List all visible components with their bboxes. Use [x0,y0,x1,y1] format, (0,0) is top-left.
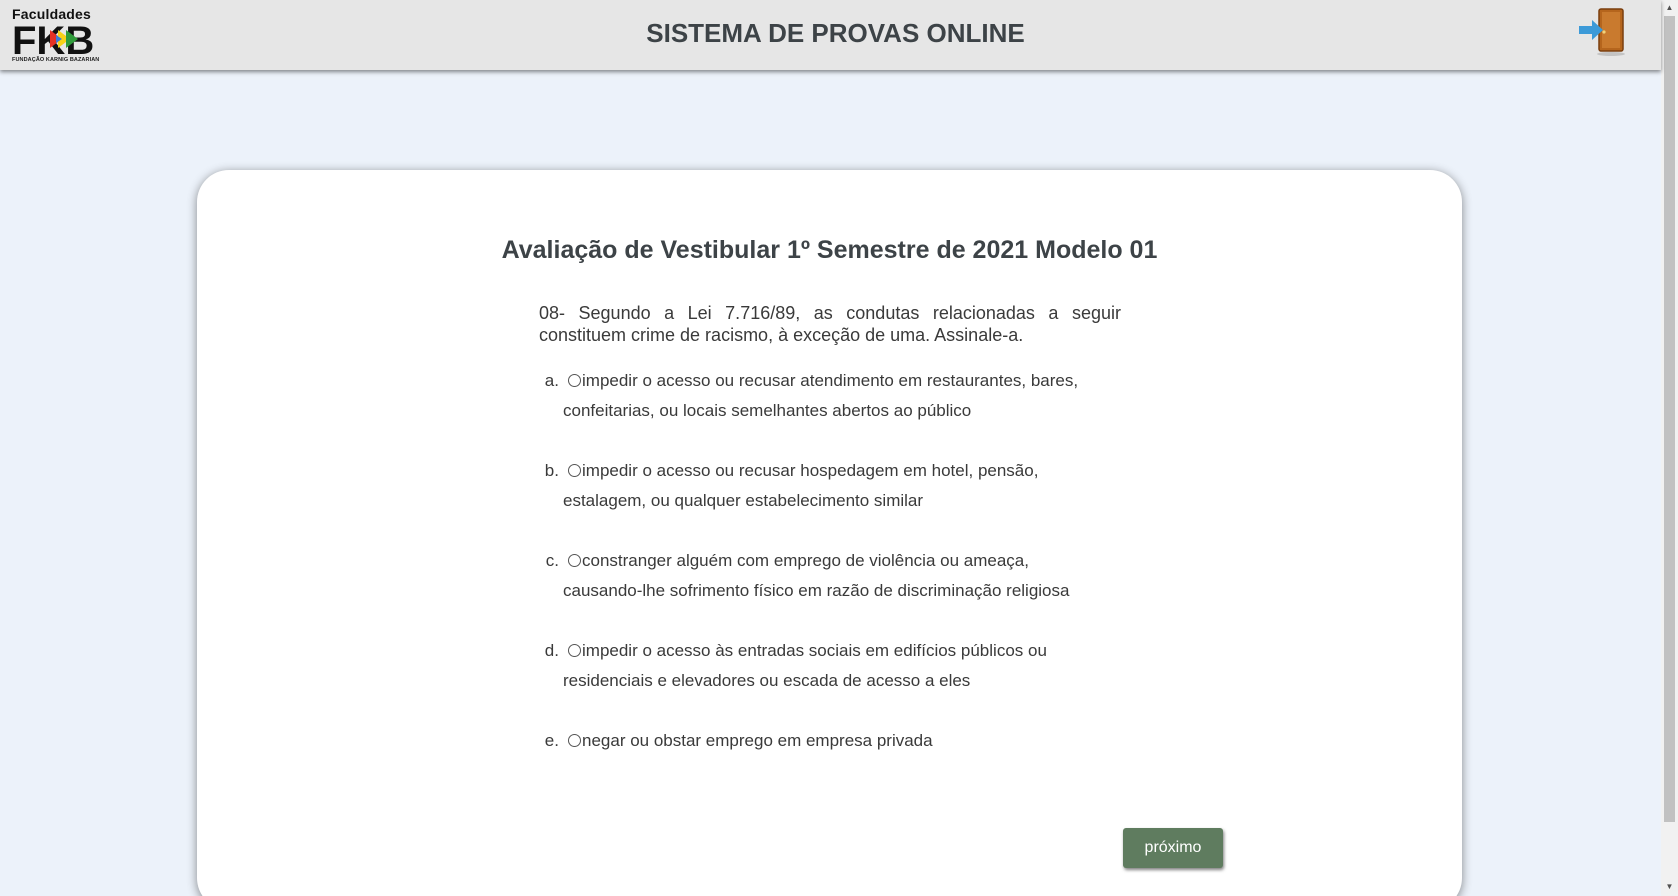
scroll-thumb[interactable] [1664,16,1675,822]
radio-option-c[interactable] [568,554,581,567]
header-bar: Faculdades FKB FUNDAÇÃO KARNIG BAZARIAN … [0,0,1661,70]
scroll-down-arrow-icon[interactable]: ▼ [1661,880,1678,894]
radio-option-d[interactable] [568,644,581,657]
option-e[interactable]: e negar ou obstar emprego em empresa pri… [539,726,1099,816]
option-letter: e [539,726,561,756]
option-letter: d [539,636,561,666]
option-text: impedir o acesso ou recusar hospedagem e… [563,461,1039,510]
app-title: SISTEMA DE PROVAS ONLINE [646,18,1025,48]
logo-text-foundation: FUNDAÇÃO KARNIG BAZARIAN [12,57,100,63]
option-d[interactable]: d impedir o acesso às entradas sociais e… [539,636,1099,726]
exam-card: Avaliação de Vestibular 1º Semestre de 2… [197,170,1462,896]
answer-options: a impedir o acesso ou recusar atendiment… [539,366,1099,816]
radio-option-e[interactable] [568,734,581,747]
option-text: negar ou obstar emprego em empresa priva… [582,731,933,750]
option-text: constranger alguém com emprego de violên… [563,551,1070,600]
option-letter: b [539,456,561,486]
next-button[interactable]: próximo [1123,828,1223,868]
exit-button[interactable] [1579,6,1627,58]
option-text: impedir o acesso às entradas sociais em … [563,641,1047,690]
option-c[interactable]: c constranger alguém com emprego de viol… [539,546,1099,636]
radio-option-a[interactable] [568,374,581,387]
option-letter: c [539,546,561,576]
option-b[interactable]: b impedir o acesso ou recusar hospedagem… [539,456,1099,546]
vertical-scrollbar[interactable]: ▲ ▼ [1661,0,1678,896]
question-text: 08- Segundo a Lei 7.716/89, as condutas … [539,303,1121,345]
option-a[interactable]: a impedir o acesso ou recusar atendiment… [539,366,1099,456]
radio-option-b[interactable] [568,464,581,477]
option-letter: a [539,366,561,396]
exam-title: Avaliação de Vestibular 1º Semestre de 2… [501,236,1158,264]
option-text: impedir o acesso ou recusar atendimento … [563,371,1079,420]
scroll-up-arrow-icon[interactable]: ▲ [1661,1,1678,15]
exit-door-icon [1579,8,1625,56]
